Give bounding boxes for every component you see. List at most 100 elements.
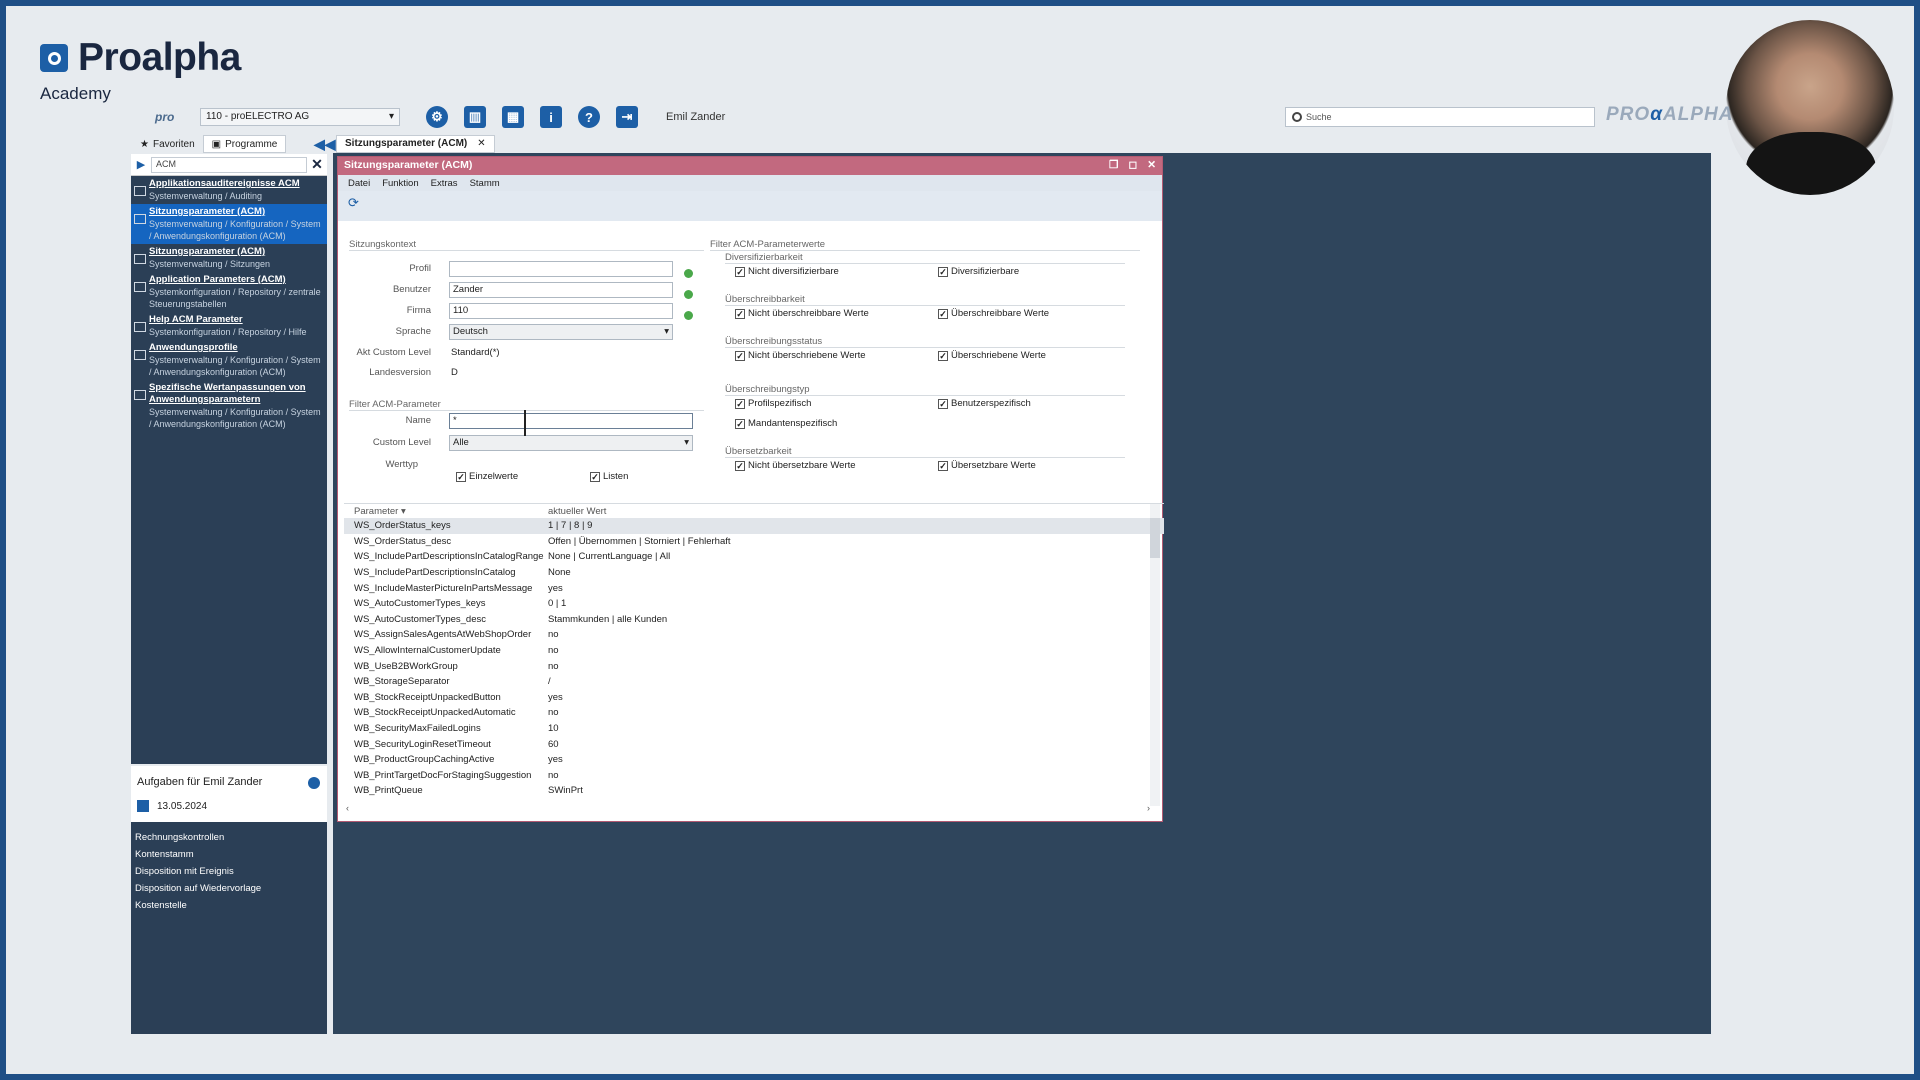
program-icon (134, 390, 146, 400)
program-item[interactable]: Sitzungsparameter (ACM) Systemverwaltung … (131, 244, 327, 272)
close-tab-icon[interactable]: ✕ (477, 138, 485, 150)
filter-checkbox[interactable]: ✓ Mandantenspezifisch (735, 418, 837, 429)
filter-checkbox[interactable]: ✓ Benutzerspezifisch (938, 398, 1031, 409)
menu-stamm[interactable]: Stamm (470, 178, 500, 189)
column-header-value[interactable]: aktueller Wert (548, 506, 1148, 518)
einzelwerte-checkbox[interactable]: ✓ Einzelwerte (456, 471, 518, 482)
landesversion-label: Landesversion (369, 367, 431, 378)
tasks-panel: Aufgaben für Emil Zander 13.05.2024 Rech… (131, 766, 327, 1034)
tab-programs[interactable]: ▣ Programme (202, 135, 287, 153)
parameter-cell: WS_OrderStatus_desc (354, 535, 452, 547)
global-search-input[interactable]: Suche (1285, 107, 1595, 127)
filter-group-title: Diversifizierbarkeit (725, 252, 1125, 264)
column-header-parameter[interactable]: Parameter ▾ (344, 506, 548, 518)
program-item[interactable]: Application Parameters (ACM) Systemkonfig… (131, 272, 327, 312)
restore-icon[interactable]: ❐ (1109, 159, 1118, 173)
table-row[interactable]: WB_PrintTargetDocForStagingSuggestion no (344, 768, 1164, 784)
company-select[interactable]: 110 - proELECTRO AG ▾ (200, 108, 400, 126)
horizontal-scrollbar[interactable]: ‹ › (344, 803, 1152, 815)
brand-name: Proalpha (78, 36, 241, 79)
akt-custom-level-label: Akt Custom Level (356, 347, 431, 358)
program-item[interactable]: Sitzungsparameter (ACM) Systemverwaltung … (131, 204, 327, 244)
menu-extras[interactable]: Extras (431, 178, 458, 189)
program-icon (134, 322, 146, 332)
refresh-icon[interactable]: ⟳ (348, 195, 359, 210)
text-cursor (524, 410, 526, 436)
tasks-date: 13.05.2024 (157, 800, 208, 812)
table-row[interactable]: WB_PrintQueue SWinPrt (344, 783, 1164, 799)
filter-checkbox[interactable]: ✓ Nicht überschriebene Werte (735, 350, 866, 361)
program-item[interactable]: Help ACM Parameter Systemkonfiguration / … (131, 312, 327, 340)
table-row[interactable]: WB_SecurityMaxFailedLogins 10 (344, 721, 1164, 737)
filter-checkbox[interactable]: ✓ Überschriebene Werte (938, 350, 1046, 361)
firma-field[interactable]: 110 (449, 303, 673, 319)
collapse-panel-button[interactable]: ◀◀ (314, 136, 336, 153)
table-row[interactable]: WB_StockReceiptUnpackedAutomatic no (344, 705, 1164, 721)
table-row[interactable]: WS_IncludeMasterPictureInPartsMessage yes (344, 580, 1164, 596)
table-row[interactable]: WS_AllowInternalCustomerUpdate no (344, 643, 1164, 659)
calendar-icon[interactable] (137, 800, 149, 812)
info-icon[interactable]: i (540, 106, 562, 128)
table-row[interactable]: WB_ProductGroupCachingActive yes (344, 752, 1164, 768)
program-item[interactable]: Spezifische Wertanpassungen von Anwendun… (131, 380, 327, 432)
gear-icon[interactable]: ⚙ (426, 106, 448, 128)
filter-checkbox[interactable]: ✓ Nicht überschreibbare Werte (735, 308, 869, 319)
profil-field[interactable] (449, 261, 673, 277)
program-icon (134, 350, 146, 360)
exit-icon[interactable]: ⇥ (616, 106, 638, 128)
task-item[interactable]: Kostenstelle (131, 896, 327, 913)
value-cell: 0 | 1 (548, 598, 567, 610)
panel-icon[interactable]: ▥ (464, 106, 486, 128)
filter-checkbox[interactable]: ✓ Übersetzbare Werte (938, 460, 1036, 471)
table-row[interactable]: WB_StorageSeparator / (344, 674, 1164, 690)
filter-checkbox[interactable]: ✓ Nicht übersetzbare Werte (735, 460, 856, 471)
table-row[interactable]: WS_AutoCustomerTypes_desc Stammkunden | a… (344, 612, 1164, 628)
value-cell: no (548, 707, 559, 719)
tab-sitzungsparameter[interactable]: Sitzungsparameter (ACM) ✕ (336, 135, 495, 153)
profil-label: Profil (409, 263, 431, 274)
vertical-scrollbar[interactable] (1150, 504, 1160, 806)
parameter-cell: WS_IncludePartDescriptionsInCatalogRange (354, 551, 544, 563)
help-icon[interactable]: ? (578, 106, 600, 128)
program-search-input[interactable]: ACM (151, 156, 307, 173)
filter-checkbox[interactable]: ✓ Profilspezifisch (735, 398, 811, 409)
table-row[interactable]: WS_IncludePartDescriptionsInCatalogRange… (344, 549, 1164, 565)
task-item[interactable]: Kontenstamm (131, 845, 327, 862)
value-cell: yes (548, 691, 563, 703)
table-row[interactable]: WS_OrderStatus_keys 1 | 7 | 8 | 9 (344, 518, 1164, 534)
menu-datei[interactable]: Datei (348, 178, 370, 189)
filter-checkbox[interactable]: ✓ Überschreibbare Werte (938, 308, 1049, 319)
session-context-group: Sitzungskontext (349, 239, 704, 251)
user-icon[interactable] (308, 777, 320, 789)
tab-favorites[interactable]: ★ Favoriten (132, 135, 203, 153)
table-row[interactable]: WS_OrderStatus_desc Offen | Übernommen | … (344, 534, 1164, 550)
clear-search-icon[interactable]: ✕ (307, 156, 327, 173)
table-row[interactable]: WS_IncludePartDescriptionsInCatalog None (344, 565, 1164, 581)
filter-checkbox[interactable]: ✓ Diversifizierbare (938, 266, 1019, 277)
proalpha-wordmark: PROαALPHA (1606, 104, 1734, 125)
program-item[interactable]: Applikationsauditereignisse ACM Systemver… (131, 176, 327, 204)
task-item[interactable]: Disposition auf Wiedervorlage (131, 879, 327, 896)
table-row[interactable]: WB_StockReceiptUnpackedButton yes (344, 690, 1164, 706)
listen-checkbox[interactable]: ✓ Listen (590, 471, 628, 482)
filter-checkbox[interactable]: ✓ Nicht diversifizierbare (735, 266, 839, 277)
task-item[interactable]: Disposition mit Ereignis (131, 862, 327, 879)
custom-level-select[interactable]: Alle ▾ (449, 435, 693, 451)
close-icon[interactable]: ✕ (1147, 159, 1156, 173)
menu-funktion[interactable]: Funktion (382, 178, 418, 189)
table-row[interactable]: WS_AssignSalesAgentsAtWebShopOrder no (344, 627, 1164, 643)
name-filter-input[interactable]: * (449, 413, 693, 429)
run-icon[interactable]: ▶ (131, 158, 151, 171)
parameter-cell: WB_SecurityLoginResetTimeout (354, 738, 491, 750)
sprache-select[interactable]: Deutsch ▾ (449, 324, 673, 340)
table-row[interactable]: WS_AutoCustomerTypes_keys 0 | 1 (344, 596, 1164, 612)
program-item[interactable]: Anwendungsprofile Systemverwaltung / Konf… (131, 340, 327, 380)
benutzer-field[interactable]: Zander (449, 282, 673, 298)
layout-icon[interactable]: ▦ (502, 106, 524, 128)
task-item[interactable]: Rechnungskontrollen (131, 828, 327, 845)
parameter-cell: WB_StorageSeparator (354, 676, 450, 688)
name-label: Name (405, 415, 431, 426)
table-row[interactable]: WB_SecurityLoginResetTimeout 60 (344, 736, 1164, 752)
table-row[interactable]: WB_UseB2BWorkGroup no (344, 658, 1164, 674)
maximize-icon[interactable]: ◻ (1128, 159, 1137, 173)
